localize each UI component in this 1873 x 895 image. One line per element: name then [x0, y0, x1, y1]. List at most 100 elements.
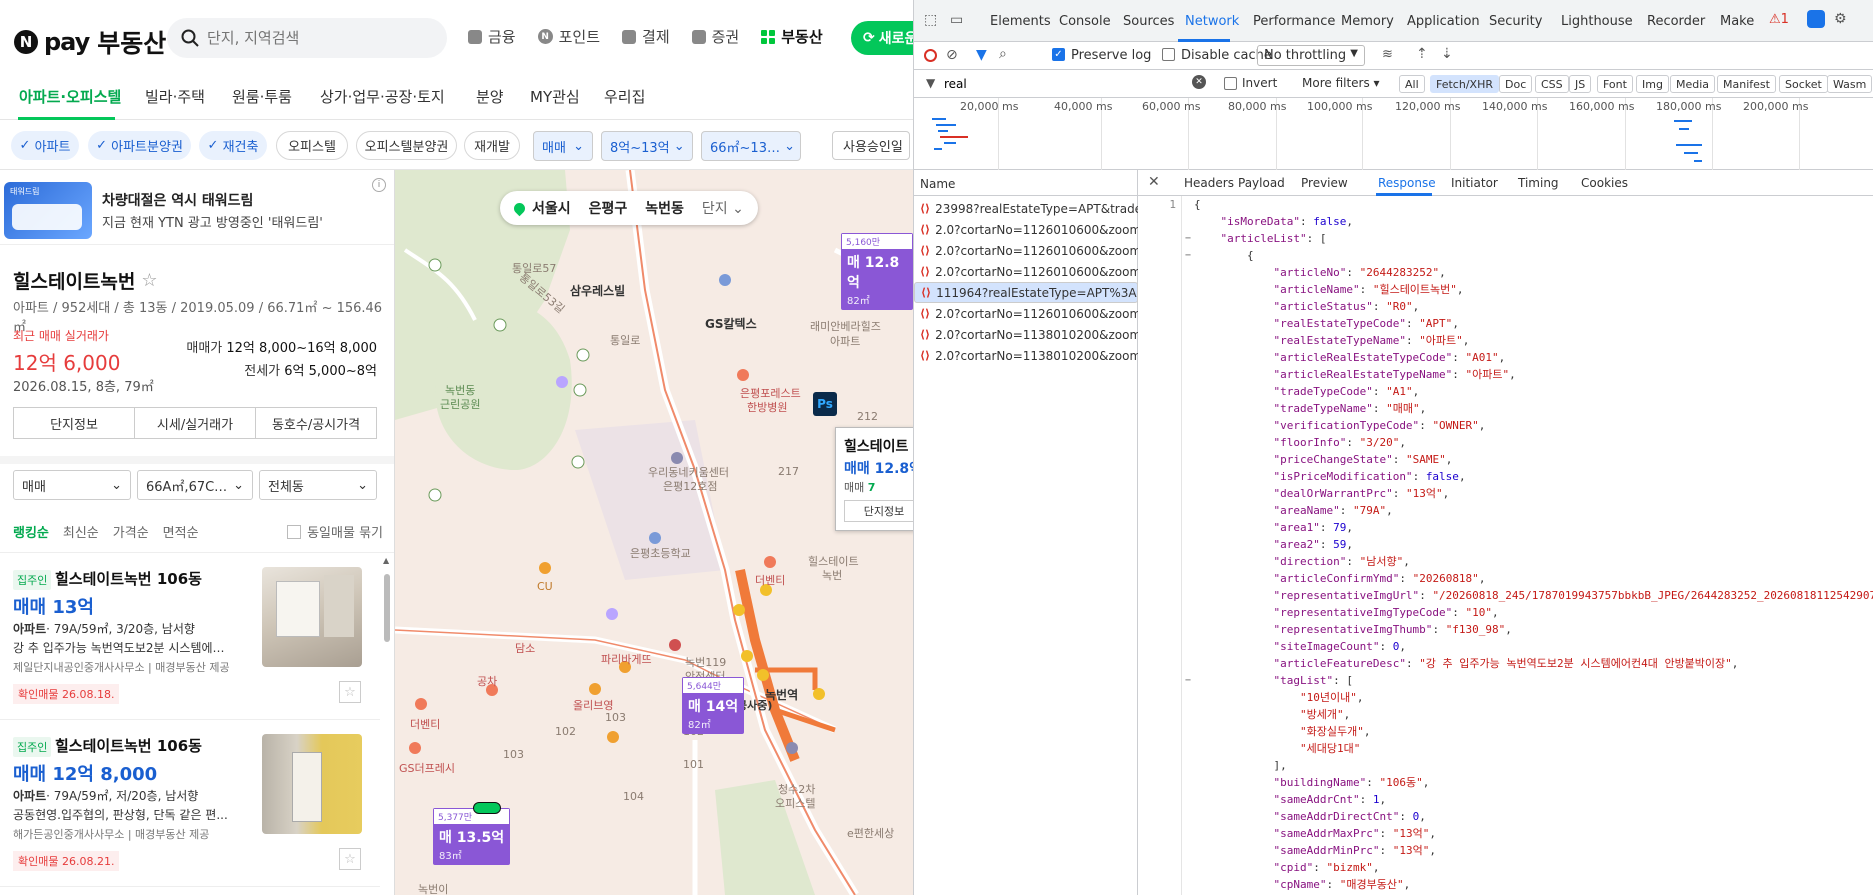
type-doc[interactable]: Doc: [1499, 75, 1533, 93]
inspect-icon[interactable]: ⬚: [924, 12, 937, 28]
network-conditions-icon[interactable]: ≋: [1382, 47, 1393, 62]
import-har-icon[interactable]: ⇡: [1416, 46, 1428, 62]
request-row[interactable]: ⟨⟩ 2.0?cortarNo=1138010200&zoom...: [914, 324, 1138, 345]
network-timeline[interactable]: 20,000 ms 40,000 ms 60,000 ms 80,000 ms …: [914, 98, 1873, 170]
type-wasm[interactable]: Wasm: [1827, 75, 1873, 93]
request-row[interactable]: ⟨⟩ 2.0?cortarNo=1126010600&zoom...: [914, 219, 1138, 240]
tab-villa[interactable]: 빌라·주택: [145, 86, 205, 107]
tab-response[interactable]: Response: [1378, 176, 1436, 190]
type-all[interactable]: All: [1399, 75, 1425, 93]
type-font[interactable]: Font: [1597, 75, 1633, 93]
same-group-toggle[interactable]: 동일매물 묶기: [287, 522, 383, 541]
nav-finance[interactable]: 금융: [468, 26, 516, 47]
clear-filter-icon[interactable]: ✕: [1192, 75, 1206, 89]
tab-make[interactable]: Make: [1720, 14, 1754, 29]
price-filter[interactable]: 8억~13억 ⌄: [601, 131, 693, 161]
star-icon[interactable]: ☆: [339, 848, 361, 870]
map-view[interactable]: 서울시 은평구 녹번동 단지 ⌄ 통일로57 삼우레스빌 통일로 GS칼텍스 래…: [395, 170, 913, 895]
complex-popup[interactable]: 힐스테이트 매매 12.8억 매매 7 단지정보: [835, 427, 913, 531]
search-icon[interactable]: ⌕: [999, 46, 1007, 62]
nav-stock[interactable]: 증권: [691, 26, 739, 47]
type-media[interactable]: Media: [1670, 75, 1716, 93]
sort-latest[interactable]: 최신순: [63, 522, 99, 541]
star-icon[interactable]: ☆: [339, 681, 361, 703]
filter-input[interactable]: [944, 74, 1154, 94]
type-manifest[interactable]: Manifest: [1717, 75, 1776, 93]
tab-unit-info[interactable]: 동호수/공시가격: [256, 408, 376, 438]
request-row[interactable]: ⟨⟩ 2.0?cortarNo=1126010600&zoom...: [914, 261, 1138, 282]
listing-photo[interactable]: [262, 567, 362, 667]
chip-officetel-presale[interactable]: 오피스텔분양권: [356, 131, 457, 160]
price-marker[interactable]: 5,160만 매 12.8억 82㎡: [841, 233, 913, 310]
clear-icon[interactable]: ⊘: [946, 47, 958, 63]
tab-network[interactable]: Network: [1185, 14, 1239, 29]
tab-performance[interactable]: Performance: [1253, 14, 1335, 29]
ad-info-icon[interactable]: i: [372, 178, 386, 192]
record-icon[interactable]: [924, 49, 937, 62]
scroll-up-icon[interactable]: ▲: [383, 556, 389, 565]
scroll-thumb[interactable]: [384, 574, 390, 642]
tab-oneroom[interactable]: 원룸·투룸: [232, 86, 292, 107]
sort-area[interactable]: 면적순: [163, 522, 199, 541]
collapse-icon[interactable]: −: [1184, 250, 1192, 261]
request-row[interactable]: ⟨⟩ 2.0?cortarNo=1126010600&zoom...: [914, 240, 1138, 261]
tab-headers[interactable]: Headers: [1184, 176, 1234, 190]
collapse-icon[interactable]: −: [1184, 675, 1192, 686]
naver-pay-logo[interactable]: N pay 부동산: [14, 24, 166, 60]
name-column-header[interactable]: Name: [914, 170, 1138, 196]
list-item[interactable]: 집주인 힐스테이트녹번 106동 매매 13억 아파트· 79A/59㎡, 3/…: [0, 553, 380, 720]
type-fetch-xhr[interactable]: Fetch/XHR: [1430, 75, 1499, 93]
tab-myhome[interactable]: 우리집: [604, 86, 645, 107]
nav-realestate[interactable]: 부동산: [761, 26, 823, 47]
listing-photo[interactable]: [262, 734, 362, 834]
loc-complex[interactable]: 단지 ⌄: [702, 198, 744, 218]
list-dong-select[interactable]: 전체동 ⌄: [259, 470, 377, 500]
tab-initiator[interactable]: Initiator: [1451, 176, 1498, 190]
tab-my[interactable]: MY관심: [530, 86, 580, 107]
popup-complex-info-button[interactable]: 단지정보: [844, 500, 913, 522]
tab-commercial[interactable]: 상가·업무·공장·토지: [320, 86, 445, 107]
list-area-select[interactable]: 66A㎡,67C… ⌄: [137, 470, 253, 500]
nav-point[interactable]: N 포인트: [537, 26, 600, 47]
request-row[interactable]: ⟨⟩ 2.0?cortarNo=1138010200&zoom...: [914, 345, 1138, 366]
type-js[interactable]: JS: [1569, 75, 1592, 93]
tab-memory[interactable]: Memory: [1341, 14, 1394, 29]
sort-price[interactable]: 가격순: [113, 522, 149, 541]
chip-rebuild[interactable]: ✓ 재건축: [199, 131, 267, 160]
loc-district[interactable]: 은평구: [589, 198, 628, 218]
tab-security[interactable]: Security: [1489, 14, 1542, 29]
approval-date-filter[interactable]: 사용승인일: [832, 131, 910, 160]
chip-redevelop[interactable]: 재개발: [464, 131, 520, 160]
tab-presale[interactable]: 분양: [476, 86, 504, 107]
type-socket[interactable]: Socket: [1779, 75, 1828, 93]
tab-timing[interactable]: Timing: [1518, 176, 1559, 190]
sort-ranking[interactable]: 랭킹순: [13, 522, 49, 541]
tab-console[interactable]: Console: [1059, 14, 1111, 29]
disable-cache-checkbox[interactable]: [1162, 48, 1175, 61]
tab-recorder[interactable]: Recorder: [1647, 14, 1705, 29]
trade-filter[interactable]: 매매 ⌄: [533, 131, 593, 161]
collapse-icon[interactable]: −: [1184, 233, 1192, 244]
tab-elements[interactable]: Elements: [990, 14, 1051, 29]
price-marker[interactable]: 5,644만 매 14억 82㎡: [682, 677, 745, 734]
list-trade-select[interactable]: 매매 ⌄: [13, 470, 131, 500]
chip-apt-presale[interactable]: ✓ 아파트분양권: [88, 131, 191, 160]
device-toggle-icon[interactable]: ▭: [950, 12, 963, 28]
more-filters-button[interactable]: More filters ▾: [1302, 76, 1380, 90]
chip-officetel[interactable]: 오피스텔: [276, 131, 348, 160]
request-row[interactable]: ⟨⟩ 2.0?cortarNo=1126010600&zoom...: [914, 303, 1138, 324]
preserve-log-checkbox[interactable]: ✓: [1052, 48, 1065, 61]
list-item[interactable]: 집주인 힐스테이트녹번 106동 매매 12억 8,000 아파트· 79A/5…: [0, 720, 380, 887]
filter-icon[interactable]: ▼: [976, 47, 987, 63]
close-icon[interactable]: ✕: [1148, 174, 1160, 190]
list-scrollbar[interactable]: ▲: [383, 556, 391, 895]
new-button[interactable]: ⟳ 새로운: [851, 21, 913, 55]
area-filter[interactable]: 66㎡~13… ⌄: [701, 131, 801, 161]
request-row[interactable]: ⟨⟩ 23998?realEstateType=APT&trade...: [914, 198, 1138, 219]
settings-icon[interactable]: ⚙: [1834, 11, 1847, 27]
throttling-select[interactable]: No throttling ▼: [1257, 45, 1365, 66]
tab-payload[interactable]: Payload: [1238, 176, 1285, 190]
tab-sources[interactable]: Sources: [1123, 14, 1174, 29]
tab-market-price[interactable]: 시세/실거래가: [135, 408, 256, 438]
tab-cookies[interactable]: Cookies: [1581, 176, 1628, 190]
